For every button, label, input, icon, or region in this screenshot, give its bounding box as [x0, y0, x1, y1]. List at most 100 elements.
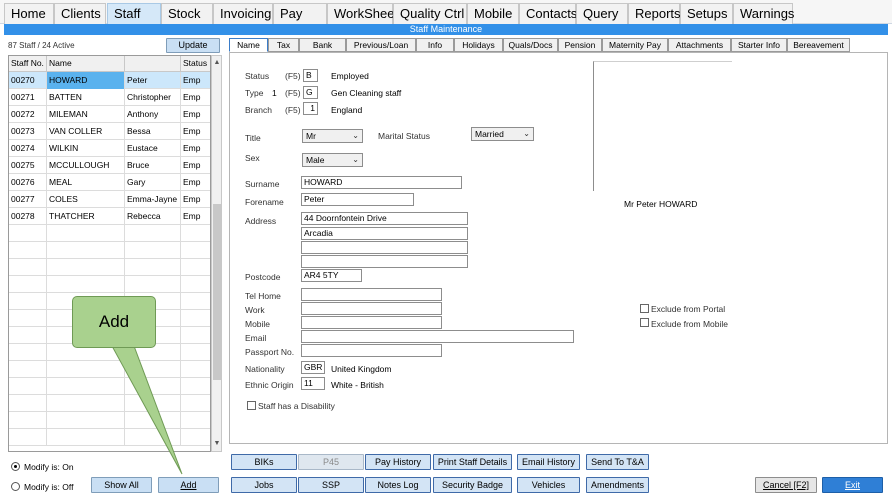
cell-forename: Bessa	[125, 123, 181, 140]
amendments-button[interactable]: Amendments	[586, 477, 649, 493]
column-header-status[interactable]: Status	[181, 56, 210, 72]
table-row[interactable]: 00275 MCCULLOUGH Bruce Emp	[9, 157, 210, 174]
column-header-name[interactable]: Name	[47, 56, 125, 72]
p45-button[interactable]: P45	[298, 454, 364, 470]
tab-starter-info[interactable]: Starter Info	[731, 38, 787, 52]
menu-tab-staff[interactable]: Staff	[107, 3, 161, 24]
table-row[interactable]: 00273 VAN COLLER Bessa Emp	[9, 123, 210, 140]
table-row[interactable]: 00270 HOWARD Peter Emp	[9, 72, 210, 89]
tab-attachments[interactable]: Attachments	[668, 38, 731, 52]
branch-code-field[interactable]: 1	[303, 102, 318, 115]
menu-tab-pay[interactable]: Pay	[273, 3, 327, 24]
empty-cell	[125, 412, 181, 429]
table-row[interactable]: 00271 BATTEN Christopher Emp	[9, 89, 210, 106]
menu-tab-warnings[interactable]: Warnings	[733, 3, 794, 24]
modify-off-radio[interactable]	[11, 482, 20, 491]
tab-quals-docs[interactable]: Quals/Docs	[503, 38, 558, 52]
address-line-2-field[interactable]: Arcadia	[301, 227, 468, 240]
menu-tab-mobile[interactable]: Mobile	[467, 3, 519, 24]
passport-field[interactable]	[301, 344, 442, 357]
tab-bank[interactable]: Bank	[299, 38, 346, 52]
menu-tab-stock[interactable]: Stock	[161, 3, 213, 24]
forename-field[interactable]: Peter	[301, 193, 414, 206]
exclude-portal-checkbox[interactable]	[640, 304, 649, 313]
ssp-button[interactable]: SSP	[298, 477, 364, 493]
update-button[interactable]: Update	[166, 38, 220, 53]
tab-info[interactable]: Info	[416, 38, 454, 52]
address-line-1-field[interactable]: 44 Doornfontein Drive	[301, 212, 468, 225]
tab-name[interactable]: Name	[229, 38, 268, 52]
empty-cell	[9, 412, 47, 429]
vehicles-button[interactable]: Vehicles	[517, 477, 580, 493]
scroll-down-icon[interactable]: ▼	[213, 439, 221, 449]
postcode-field[interactable]: AR4 5TY	[301, 269, 362, 282]
menu-tab-quality-ctrl[interactable]: Quality Ctrl	[393, 3, 467, 24]
table-row[interactable]: 00272 MILEMAN Anthony Emp	[9, 106, 210, 123]
table-row[interactable]: 00278 THATCHER Rebecca Emp	[9, 208, 210, 225]
show-all-button[interactable]: Show All	[91, 477, 152, 493]
cancel-button[interactable]: Cancel [F2]	[755, 477, 817, 493]
column-header-forename[interactable]	[125, 56, 181, 72]
tel-home-field[interactable]	[301, 288, 442, 301]
security-badge-button[interactable]: Security Badge	[433, 477, 512, 493]
tab-tax[interactable]: Tax	[268, 38, 299, 52]
scroll-up-icon[interactable]: ▲	[213, 58, 221, 68]
tab-previous-loan[interactable]: Previous/Loan	[346, 38, 416, 52]
menu-tab-contacts[interactable]: Contacts	[519, 3, 577, 24]
empty-cell	[181, 361, 210, 378]
table-row[interactable]: 00276 MEAL Gary Emp	[9, 174, 210, 191]
menu-tab-query[interactable]: Query	[576, 3, 628, 24]
jobs-button[interactable]: Jobs	[231, 477, 297, 493]
type-code-field[interactable]: G	[303, 86, 318, 99]
mobile-field[interactable]	[301, 316, 442, 329]
nationality-code-field[interactable]: GBR	[301, 361, 325, 374]
empty-table-row	[9, 395, 210, 412]
staff-list-scrollbar[interactable]: ▲ ▼	[211, 55, 222, 452]
type-text: Gen Cleaning staff	[331, 88, 402, 98]
menu-tab-home[interactable]: Home	[4, 3, 54, 24]
tab-holidays[interactable]: Holidays	[454, 38, 503, 52]
pay-history-button[interactable]: Pay History	[365, 454, 431, 470]
modify-on-label: Modify is: On	[24, 462, 74, 472]
empty-cell	[47, 395, 125, 412]
print-staff-details-button[interactable]: Print Staff Details	[433, 454, 512, 470]
menu-tab-clients[interactable]: Clients	[54, 3, 106, 24]
empty-table-row	[9, 242, 210, 259]
ethnic-origin-code-field[interactable]: 11	[301, 377, 325, 390]
exit-button[interactable]: Exit	[822, 477, 883, 493]
notes-log-button[interactable]: Notes Log	[365, 477, 431, 493]
empty-cell	[125, 242, 181, 259]
marital-status-select[interactable]: Married ⌄	[471, 127, 534, 141]
menu-tab-worksheet[interactable]: WorkSheet	[327, 3, 398, 24]
sex-select[interactable]: Male ⌄	[302, 153, 363, 167]
biks-button[interactable]: BIKs	[231, 454, 297, 470]
scrollbar-thumb[interactable]	[213, 204, 221, 380]
email-field[interactable]	[301, 330, 574, 343]
tab-bereavement[interactable]: Bereavement	[787, 38, 850, 52]
exclude-mobile-checkbox[interactable]	[640, 318, 649, 327]
cell-staff-no: 00275	[9, 157, 47, 174]
menu-tab-reports[interactable]: Reports	[628, 3, 681, 24]
address-line-3-field[interactable]	[301, 241, 468, 254]
empty-cell	[9, 225, 47, 242]
add-button[interactable]: Add	[158, 477, 219, 493]
menu-tab-setups[interactable]: Setups	[680, 3, 733, 24]
table-row[interactable]: 00277 COLES Emma-Jayne Emp	[9, 191, 210, 208]
tab-maternity-pay[interactable]: Maternity Pay	[602, 38, 668, 52]
work-field[interactable]	[301, 302, 442, 315]
photo-box[interactable]	[593, 61, 732, 191]
address-line-4-field[interactable]	[301, 255, 468, 268]
title-select[interactable]: Mr ⌄	[302, 129, 363, 143]
send-to-ta-button[interactable]: Send To T&A	[586, 454, 649, 470]
tab-pension[interactable]: Pension	[558, 38, 602, 52]
status-f5-hint: (F5)	[285, 71, 301, 81]
surname-field[interactable]: HOWARD	[301, 176, 462, 189]
column-header-staff-no[interactable]: Staff No.	[9, 56, 47, 72]
status-code-field[interactable]: B	[303, 69, 318, 82]
email-history-button[interactable]: Email History	[517, 454, 580, 470]
table-row[interactable]: 00274 WILKIN Eustace Emp	[9, 140, 210, 157]
disability-checkbox[interactable]	[247, 401, 256, 410]
cell-forename: Bruce	[125, 157, 181, 174]
modify-on-radio[interactable]	[11, 462, 20, 471]
menu-tab-invoicing[interactable]: Invoicing	[213, 3, 273, 24]
